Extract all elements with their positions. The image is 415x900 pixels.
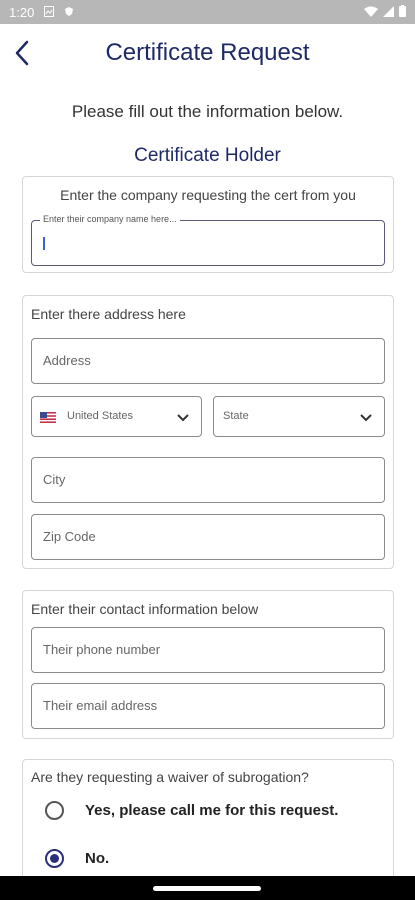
radio-button-unchecked[interactable] xyxy=(45,801,64,820)
state-select[interactable]: State xyxy=(213,396,385,437)
city-input[interactable]: City xyxy=(31,457,385,503)
chevron-down-icon xyxy=(177,414,189,422)
wifi-icon xyxy=(364,6,378,17)
app-bar: Certificate Request xyxy=(0,24,415,82)
radio-label-no: No. xyxy=(85,850,110,867)
page-title: Certificate Request xyxy=(105,39,310,66)
chevron-down-icon xyxy=(360,414,372,422)
contact-label: Enter their contact information below xyxy=(31,601,259,617)
address-label: Enter there address here xyxy=(31,306,186,322)
company-name-floating-label: Enter their company name here... xyxy=(40,214,180,224)
system-navigation-bar xyxy=(0,876,415,900)
country-select[interactable]: United States xyxy=(31,396,202,437)
radio-button-checked[interactable] xyxy=(45,849,64,868)
us-flag-icon xyxy=(40,412,56,423)
company-name-input[interactable]: Enter their company name here... xyxy=(31,214,385,266)
waiver-question: Are they requesting a waiver of subrogat… xyxy=(31,769,309,785)
contact-card: Enter their contact information below Th… xyxy=(22,590,394,739)
city-placeholder: City xyxy=(43,472,66,487)
radio-option-yes[interactable]: Yes, please call me for this request. xyxy=(45,796,395,826)
company-label: Enter the company requesting the cert fr… xyxy=(60,187,356,203)
state-placeholder: State xyxy=(223,410,249,422)
radio-label-yes: Yes, please call me for this request. xyxy=(85,802,339,819)
company-card: Enter the company requesting the cert fr… xyxy=(22,176,394,273)
shield-notification-icon xyxy=(65,7,73,16)
address-input[interactable]: Address xyxy=(31,338,385,384)
intro-text: Please fill out the information below. xyxy=(71,102,344,121)
battery-icon xyxy=(399,5,406,17)
country-value: United States xyxy=(67,410,134,422)
radio-option-no[interactable]: No. xyxy=(45,844,395,874)
address-card: Enter there address here Address United … xyxy=(22,295,394,569)
home-gesture-handle[interactable] xyxy=(153,886,261,891)
signal-icon xyxy=(383,5,394,17)
address-placeholder: Address xyxy=(43,353,91,368)
zip-code-placeholder: Zip Code xyxy=(43,529,96,544)
status-bar: 1:20 xyxy=(0,0,415,24)
status-time: 1:20 xyxy=(9,5,35,20)
email-address-input[interactable]: Their email address xyxy=(31,683,385,729)
section-title: Certificate Holder xyxy=(134,145,281,166)
email-placeholder: Their email address xyxy=(43,698,158,713)
phone-number-input[interactable]: Their phone number xyxy=(31,627,385,673)
gallery-notification-icon xyxy=(44,6,54,17)
phone-placeholder: Their phone number xyxy=(43,642,161,657)
text-cursor xyxy=(43,237,45,250)
zip-code-input[interactable]: Zip Code xyxy=(31,514,385,560)
